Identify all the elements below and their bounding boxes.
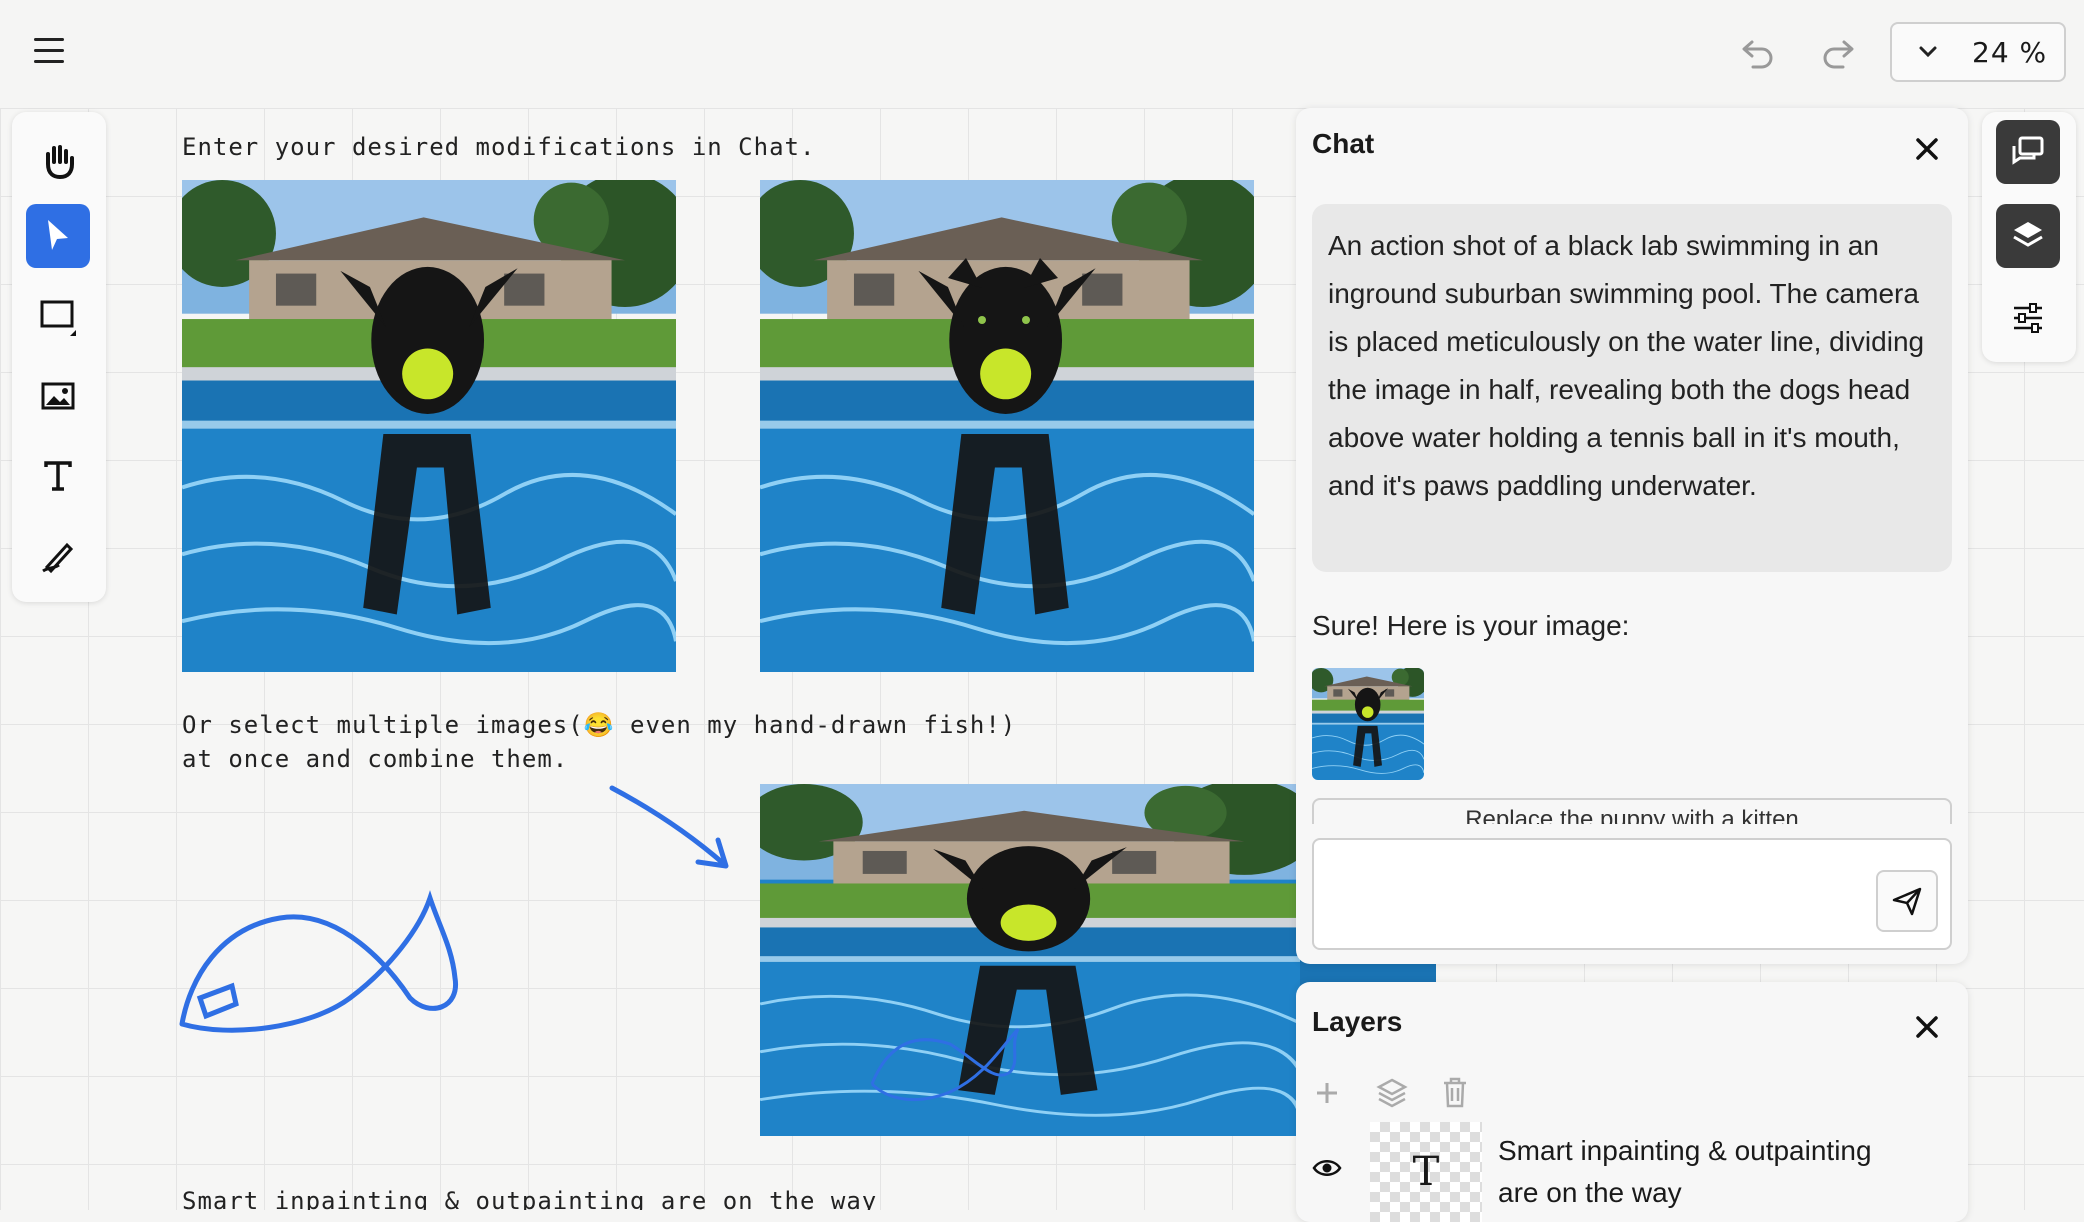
close-chat-icon[interactable] <box>1912 134 1942 164</box>
layer-type-icon: T <box>1412 1149 1440 1195</box>
image-icon <box>41 382 75 410</box>
text-tool[interactable] <box>26 444 90 508</box>
rectangle-icon <box>40 300 76 336</box>
chat-icon <box>2012 136 2044 165</box>
canvas-note-chat[interactable]: Enter your desired modifications in Chat… <box>182 130 815 164</box>
suggestion-text: Replace the puppy with a kitten <box>1465 806 1799 824</box>
result-thumbnail[interactable] <box>1312 668 1424 780</box>
hand-drawn-fish[interactable] <box>170 768 470 1048</box>
settings-button[interactable] <box>1996 286 2060 350</box>
canvas-note-inpainting[interactable]: Smart inpainting & outpainting are on th… <box>182 1184 877 1210</box>
tool-palette <box>12 112 106 602</box>
send-icon <box>1892 887 1922 916</box>
toggle-chat-button[interactable] <box>1996 120 2060 184</box>
zoom-select[interactable]: 24 % <box>1890 22 2066 82</box>
hand-tool[interactable] <box>26 128 90 192</box>
toggle-layers-button[interactable] <box>1996 204 2060 268</box>
canvas-note-combine-1[interactable]: Or select multiple images(😂 even my hand… <box>182 708 1016 742</box>
trash-icon[interactable] <box>1440 1076 1470 1108</box>
redo-icon[interactable] <box>1818 32 1858 72</box>
text-icon <box>44 461 72 491</box>
add-layer-icon[interactable] <box>1312 1078 1342 1108</box>
eye-icon[interactable] <box>1312 1156 1342 1180</box>
top-bar: 24 % <box>0 0 2084 109</box>
user-prompt-message: An action shot of a black lab swimming i… <box>1312 204 1952 572</box>
layer-row[interactable]: T Smart inpainting & outpainting are on … <box>1296 1122 1968 1222</box>
pen-icon <box>42 542 74 574</box>
hand-icon <box>46 145 74 180</box>
layers-panel: Layers T Smart inpainting & outpainting … <box>1296 982 1968 1222</box>
layer-name: Smart inpainting & outpainting are on th… <box>1498 1135 1872 1208</box>
chat-panel: Chat An action shot of a black lab swimm… <box>1296 108 1968 964</box>
rectangle-tool[interactable] <box>26 284 90 348</box>
zoom-value: 24 % <box>1972 35 2048 69</box>
layer-thumbnail: T <box>1370 1122 1482 1222</box>
arrow-icon <box>609 785 729 869</box>
pointer-icon <box>48 220 68 250</box>
select-tool[interactable] <box>26 204 90 268</box>
chevron-down-icon <box>1919 46 1937 58</box>
suggestion-chip[interactable]: Replace the puppy with a kitten <box>1312 798 1952 824</box>
generated-image-cat[interactable] <box>760 180 1254 672</box>
sliders-icon <box>2014 303 2042 333</box>
close-layers-icon[interactable] <box>1912 1012 1942 1042</box>
merge-layers-icon[interactable] <box>1376 1076 1408 1108</box>
image-tool[interactable] <box>26 364 90 428</box>
chat-title: Chat <box>1312 128 1375 159</box>
chat-input[interactable] <box>1312 838 1952 950</box>
pen-tool[interactable] <box>26 524 90 588</box>
generated-image-dog[interactable] <box>182 180 676 672</box>
layers-title: Layers <box>1312 1006 1403 1037</box>
right-toolbar <box>1982 112 2076 362</box>
send-button[interactable] <box>1876 870 1938 932</box>
layers-icon <box>2013 222 2043 247</box>
assistant-reply: Sure! Here is your image: <box>1312 610 1630 641</box>
undo-icon[interactable] <box>1738 32 1778 72</box>
hamburger-menu-icon[interactable] <box>34 38 64 64</box>
